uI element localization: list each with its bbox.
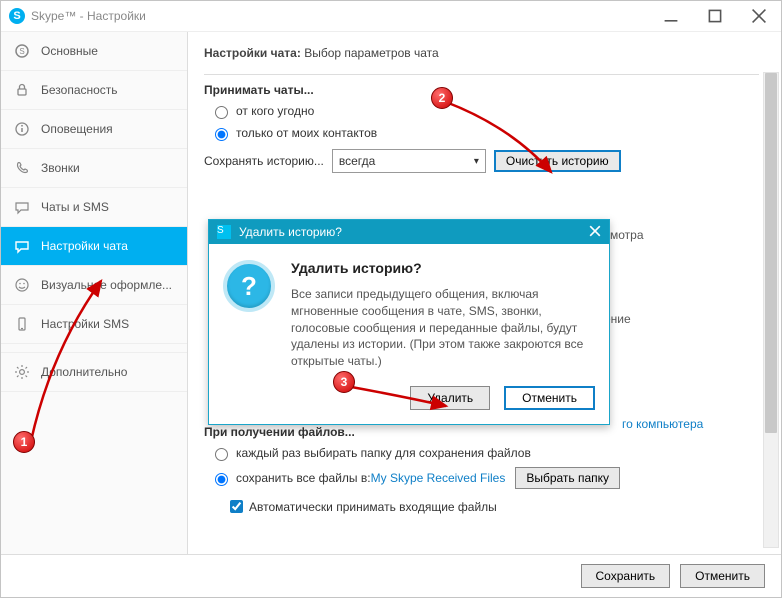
radio-ask-input[interactable]	[215, 448, 228, 461]
obscured-link[interactable]: го компьютера	[622, 417, 703, 431]
history-label: Сохранять историю...	[204, 154, 324, 168]
info-icon	[13, 121, 31, 137]
dialog-message: Все записи предыдущего общения, включая …	[291, 286, 595, 370]
scrollbar-thumb[interactable]	[765, 73, 777, 433]
content-header-rest: Выбор параметров чата	[304, 46, 438, 60]
chat-bubble-icon	[13, 238, 31, 254]
received-files-link[interactable]: My Skype Received Files	[371, 471, 506, 485]
radio-save-input[interactable]	[215, 473, 228, 486]
sidebar-item-sms-settings[interactable]: Настройки SMS	[1, 305, 187, 344]
sidebar-item-chats-sms[interactable]: Чаты и SMS	[1, 188, 187, 227]
accept-chats-group: Принимать чаты... от кого угодно только …	[204, 83, 759, 141]
divider	[204, 74, 759, 75]
save-button[interactable]: Сохранить	[581, 564, 671, 588]
smiley-icon	[13, 277, 31, 293]
titlebar: S Skype™ - Настройки	[1, 1, 781, 32]
radio-save-folder[interactable]: сохранить все файлы в: My Skype Received…	[210, 467, 759, 489]
radio-contacts-only[interactable]: только от моих контактов	[210, 125, 759, 141]
radio-ask-label: каждый раз выбирать папку для сохранения…	[236, 446, 531, 460]
files-group: При получении файлов... каждый раз выбир…	[204, 425, 759, 516]
auto-accept-checkbox[interactable]	[230, 500, 243, 513]
svg-text:S: S	[19, 47, 24, 56]
settings-window: S Skype™ - Настройки S Основные	[0, 0, 782, 598]
sidebar: S Основные Безопасность Оповещения	[1, 32, 188, 554]
sidebar-item-calls[interactable]: Звонки	[1, 149, 187, 188]
sidebar-item-chat-settings[interactable]: Настройки чата	[1, 227, 187, 266]
dialog-actions: Удалить Отменить	[209, 380, 609, 424]
sidebar-item-advanced[interactable]: Дополнительно	[1, 352, 187, 392]
sidebar-item-security[interactable]: Безопасность	[1, 71, 187, 110]
radio-anyone[interactable]: от кого угодно	[210, 103, 759, 119]
close-button[interactable]	[737, 1, 781, 31]
maximize-icon	[707, 8, 723, 24]
sidebar-item-appearance[interactable]: Визуальное оформле...	[1, 266, 187, 305]
minimize-button[interactable]	[649, 1, 693, 31]
auto-accept-label: Автоматически принимать входящие файлы	[249, 500, 497, 514]
history-select-value: всегда	[339, 154, 375, 168]
dialog-delete-button[interactable]: Удалить	[410, 386, 490, 410]
choose-folder-button[interactable]: Выбрать папку	[515, 467, 620, 489]
sidebar-item-label: Настройки чата	[41, 239, 128, 253]
skype-icon: S	[13, 43, 31, 59]
lock-icon	[13, 82, 31, 98]
maximize-button[interactable]	[693, 1, 737, 31]
content-header: Настройки чата: Выбор параметров чата	[204, 32, 759, 70]
dialog-title: Удалить историю?	[239, 225, 342, 239]
sidebar-item-label: Визуальное оформле...	[41, 278, 172, 292]
sidebar-item-label: Оповещения	[41, 122, 113, 136]
sidebar-item-label: Дополнительно	[41, 365, 127, 379]
radio-contacts-input[interactable]	[215, 128, 228, 141]
content-header-bold: Настройки чата:	[204, 46, 301, 60]
auto-accept-files[interactable]: Автоматически принимать входящие файлы	[226, 497, 759, 516]
annotation-marker-3: 3	[333, 371, 355, 393]
history-row: Сохранять историю... всегда ▾ Очистить и…	[204, 149, 759, 173]
dialog-heading: Удалить историю?	[291, 260, 595, 276]
dialog-body: ? Удалить историю? Все записи предыдущег…	[209, 244, 609, 380]
footer: Сохранить Отменить	[1, 554, 781, 597]
accept-chats-label: Принимать чаты...	[204, 83, 759, 97]
radio-anyone-label: от кого угодно	[236, 104, 314, 118]
clear-history-button[interactable]: Очистить историю	[494, 150, 621, 172]
window-title: Skype™ - Настройки	[31, 9, 146, 23]
close-icon	[589, 225, 601, 237]
scrollbar[interactable]	[763, 72, 779, 548]
sidebar-item-notifications[interactable]: Оповещения	[1, 110, 187, 149]
cancel-button[interactable]: Отменить	[680, 564, 765, 588]
radio-contacts-label: только от моих контактов	[236, 126, 377, 140]
dialog-cancel-button[interactable]: Отменить	[504, 386, 595, 410]
mobile-icon	[13, 316, 31, 332]
sidebar-item-label: Безопасность	[41, 83, 118, 97]
dialog-titlebar: S Удалить историю?	[209, 220, 609, 244]
gear-icon	[13, 364, 31, 380]
window-controls	[649, 1, 781, 31]
chevron-down-icon: ▾	[474, 156, 479, 167]
dialog-close-button[interactable]	[589, 224, 601, 240]
sidebar-item-label: Настройки SMS	[41, 317, 129, 331]
annotation-marker-2: 2	[431, 87, 453, 109]
sidebar-item-label: Основные	[41, 44, 98, 58]
question-icon: ?	[223, 260, 275, 312]
sidebar-item-label: Звонки	[41, 161, 80, 175]
close-icon	[751, 8, 767, 24]
skype-logo-icon: S	[217, 225, 231, 239]
radio-save-prefix: сохранить все файлы в:	[236, 471, 371, 485]
radio-anyone-input[interactable]	[215, 106, 228, 119]
minimize-icon	[663, 8, 679, 24]
delete-history-dialog: S Удалить историю? ? Удалить историю? Вс…	[208, 219, 610, 425]
skype-logo-icon: S	[9, 8, 25, 24]
history-select[interactable]: всегда ▾	[332, 149, 486, 173]
radio-ask-folder[interactable]: каждый раз выбирать папку для сохранения…	[210, 445, 759, 461]
sidebar-item-label: Чаты и SMS	[41, 200, 109, 214]
sidebar-item-general[interactable]: S Основные	[1, 32, 187, 71]
phone-icon	[13, 160, 31, 176]
annotation-marker-1: 1	[13, 431, 35, 453]
chat-icon	[13, 199, 31, 215]
